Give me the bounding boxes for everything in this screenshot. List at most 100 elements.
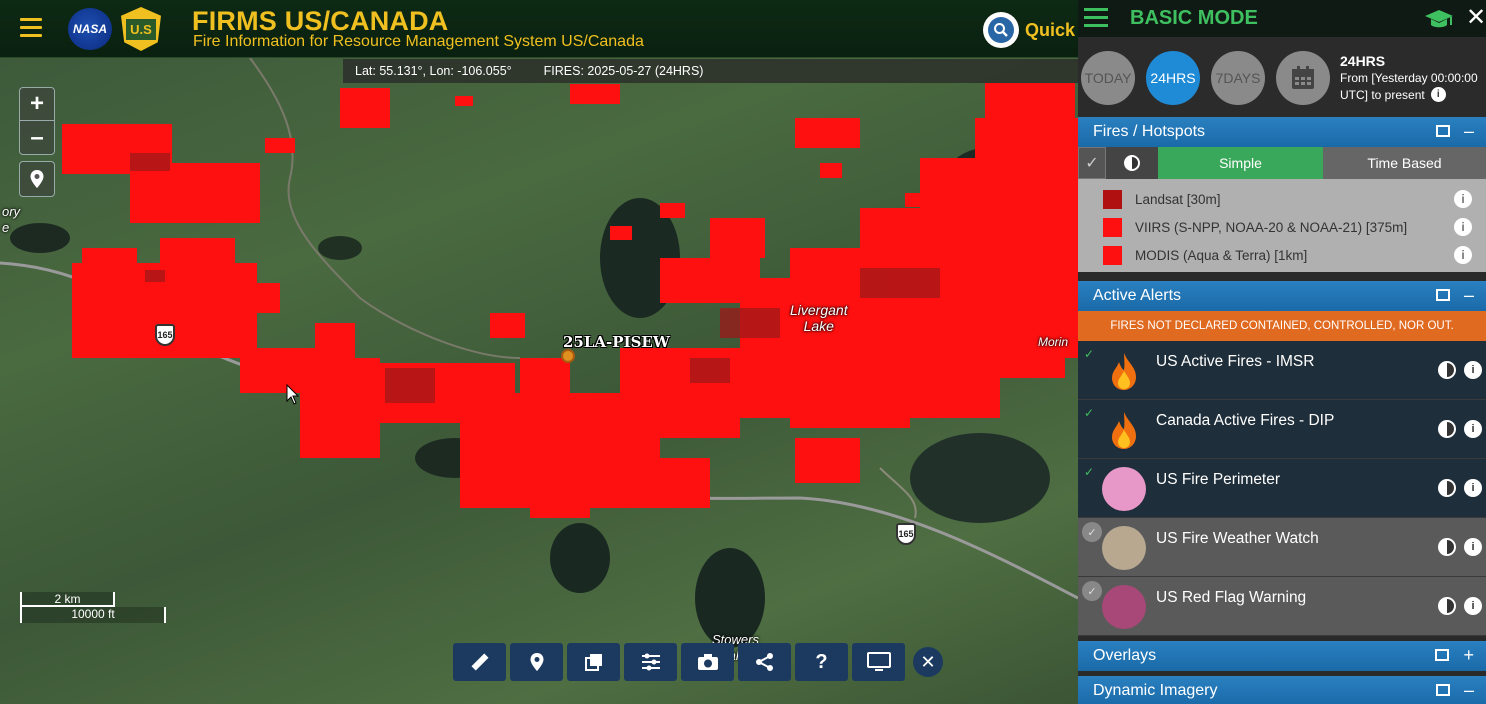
contrast-icon[interactable] (1438, 361, 1456, 379)
info-icon[interactable]: i (1464, 597, 1482, 615)
info-icon[interactable]: i (1454, 246, 1472, 264)
nasa-logo: NASA (68, 8, 112, 50)
fire-incident-marker[interactable] (561, 349, 575, 363)
alerts-section-title: Active Alerts (1093, 287, 1182, 304)
check-icon: ✓ (1082, 581, 1102, 601)
check-icon: ✓ (1084, 347, 1095, 361)
scale-ft: 10000 ft (20, 607, 166, 623)
zoom-in-button[interactable]: + (20, 88, 54, 121)
snapshot-button[interactable] (681, 643, 734, 681)
info-icon[interactable]: i (1464, 538, 1482, 556)
time-today-button[interactable]: TODAY (1081, 51, 1135, 105)
layer-panel: BASIC MODE ✕ TODAY 24HRS 7DAYS 24HRS Fro… (1078, 0, 1486, 704)
popout-icon[interactable] (1435, 684, 1450, 696)
contrast-icon[interactable] (1438, 538, 1456, 556)
highway-shield: 165 (896, 523, 916, 545)
legend-swatch (1103, 217, 1122, 237)
legend-swatch (1103, 189, 1122, 209)
alerts-section-header[interactable]: Active Alerts – (1078, 281, 1486, 311)
collapse-icon[interactable]: – (1464, 286, 1474, 304)
legend-item: Landsat [30m] i (1078, 185, 1486, 213)
fullscreen-button[interactable] (852, 643, 905, 681)
overlays-section-header[interactable]: Overlays + (1078, 641, 1486, 671)
alert-layer-row[interactable]: ✓ US Fire Perimeter i (1078, 459, 1486, 518)
panel-close-button[interactable]: ✕ (1466, 3, 1486, 32)
alert-layer-label: US Active Fires - IMSR (1156, 353, 1315, 370)
expand-icon[interactable]: + (1463, 646, 1474, 664)
mode-title: BASIC MODE (1130, 7, 1258, 29)
info-icon[interactable]: i (1454, 218, 1472, 236)
alert-layer-row[interactable]: ✓ US Active Fires - IMSR i (1078, 341, 1486, 400)
time-range-desc-2: UTC] to present (1340, 87, 1425, 102)
tab-time-based[interactable]: Time Based (1323, 147, 1486, 179)
share-button[interactable] (738, 643, 791, 681)
alert-layer-row[interactable]: ✓ US Red Flag Warning i (1078, 577, 1486, 636)
calendar-button[interactable] (1276, 51, 1330, 105)
popout-icon[interactable] (1435, 125, 1450, 137)
contrast-icon[interactable] (1438, 597, 1456, 615)
legend-label: Landsat [30m] (1135, 191, 1221, 207)
pin-button[interactable] (510, 643, 563, 681)
alert-layer-label: Canada Active Fires - DIP (1156, 412, 1335, 429)
map-toolbar: ? ✕ (453, 643, 943, 681)
contrast-icon[interactable] (1438, 479, 1456, 497)
collapse-icon[interactable]: – (1464, 681, 1474, 699)
info-icon[interactable]: i (1464, 420, 1482, 438)
fires-section-header[interactable]: Fires / Hotspots – (1078, 117, 1486, 147)
dynamic-imagery-title: Dynamic Imagery (1093, 682, 1218, 699)
zoom-out-button[interactable]: – (20, 121, 54, 154)
time-selector: TODAY 24HRS 7DAYS 24HRS From [Yesterday … (1078, 37, 1486, 117)
popout-icon[interactable] (1435, 649, 1450, 661)
opacity-button[interactable] (1106, 147, 1158, 179)
search-button[interactable] (983, 12, 1019, 48)
panel-menu-icon[interactable] (1084, 8, 1108, 32)
menu-icon[interactable] (20, 18, 42, 38)
mouse-cursor-icon (286, 384, 300, 405)
watch-icon (1102, 526, 1146, 570)
scale-bar: 2 km 10000 ft (20, 592, 166, 623)
fires-checkbox[interactable]: ✓ (1078, 147, 1106, 179)
fires-section-title: Fires / Hotspots (1093, 123, 1206, 140)
info-icon[interactable]: i (1464, 361, 1482, 379)
alert-banner: FIRES NOT DECLARED CONTAINED, CONTROLLED… (1078, 311, 1486, 341)
info-icon[interactable]: i (1430, 87, 1446, 102)
highway-shield: 165 (155, 324, 175, 346)
usfs-logo: U.S (121, 7, 161, 51)
settings-button[interactable] (624, 643, 677, 681)
alert-layer-label: US Red Flag Warning (1156, 589, 1307, 606)
time-7days-button[interactable]: 7DAYS (1211, 51, 1265, 105)
help-button[interactable]: ? (795, 643, 848, 681)
share-icon (755, 653, 773, 671)
fire-legend: Landsat [30m] i VIIRS (S-NPP, NOAA-20 & N… (1078, 179, 1486, 272)
quick-search-label[interactable]: Quick (1025, 20, 1075, 41)
legend-label: VIIRS (S-NPP, NOAA-20 & NOAA-21) [375m] (1135, 219, 1408, 235)
layers-icon (584, 654, 602, 671)
legend-item: VIIRS (S-NPP, NOAA-20 & NOAA-21) [375m] i (1078, 213, 1486, 241)
toolbar-close-button[interactable]: ✕ (913, 647, 943, 677)
graduation-cap-icon[interactable] (1424, 8, 1454, 35)
app-subtitle: Fire Information for Resource Management… (193, 33, 644, 50)
help-icon: ? (815, 650, 828, 673)
fire-incident-label[interactable]: 25LA-PISEW (563, 333, 670, 351)
dynamic-imagery-section-header[interactable]: Dynamic Imagery – (1078, 676, 1486, 704)
contrast-icon[interactable] (1438, 420, 1456, 438)
legend-item: MODIS (Aqua & Terra) [1km] i (1078, 241, 1486, 269)
measure-button[interactable] (453, 643, 506, 681)
alert-layer-row[interactable]: ✓ Canada Active Fires - DIP i (1078, 400, 1486, 459)
check-icon: ✓ (1082, 522, 1102, 542)
legend-label: MODIS (Aqua & Terra) [1km] (1135, 247, 1308, 263)
monitor-icon (866, 652, 891, 671)
lake-label: Livergant Lake (790, 302, 848, 334)
info-icon[interactable]: i (1464, 479, 1482, 497)
locate-button[interactable] (19, 161, 55, 197)
redflag-icon (1102, 585, 1146, 629)
check-icon: ✓ (1084, 406, 1095, 420)
tab-simple[interactable]: Simple (1158, 147, 1323, 179)
layers-button[interactable] (567, 643, 620, 681)
alert-layer-row[interactable]: ✓ US Fire Weather Watch i (1078, 518, 1486, 577)
info-icon[interactable]: i (1454, 190, 1472, 208)
popout-icon[interactable] (1435, 289, 1450, 301)
time-24hrs-button[interactable]: 24HRS (1146, 51, 1200, 105)
coordinate-readout: Lat: 55.131°, Lon: -106.055° (355, 64, 512, 78)
collapse-icon[interactable]: – (1464, 122, 1474, 140)
